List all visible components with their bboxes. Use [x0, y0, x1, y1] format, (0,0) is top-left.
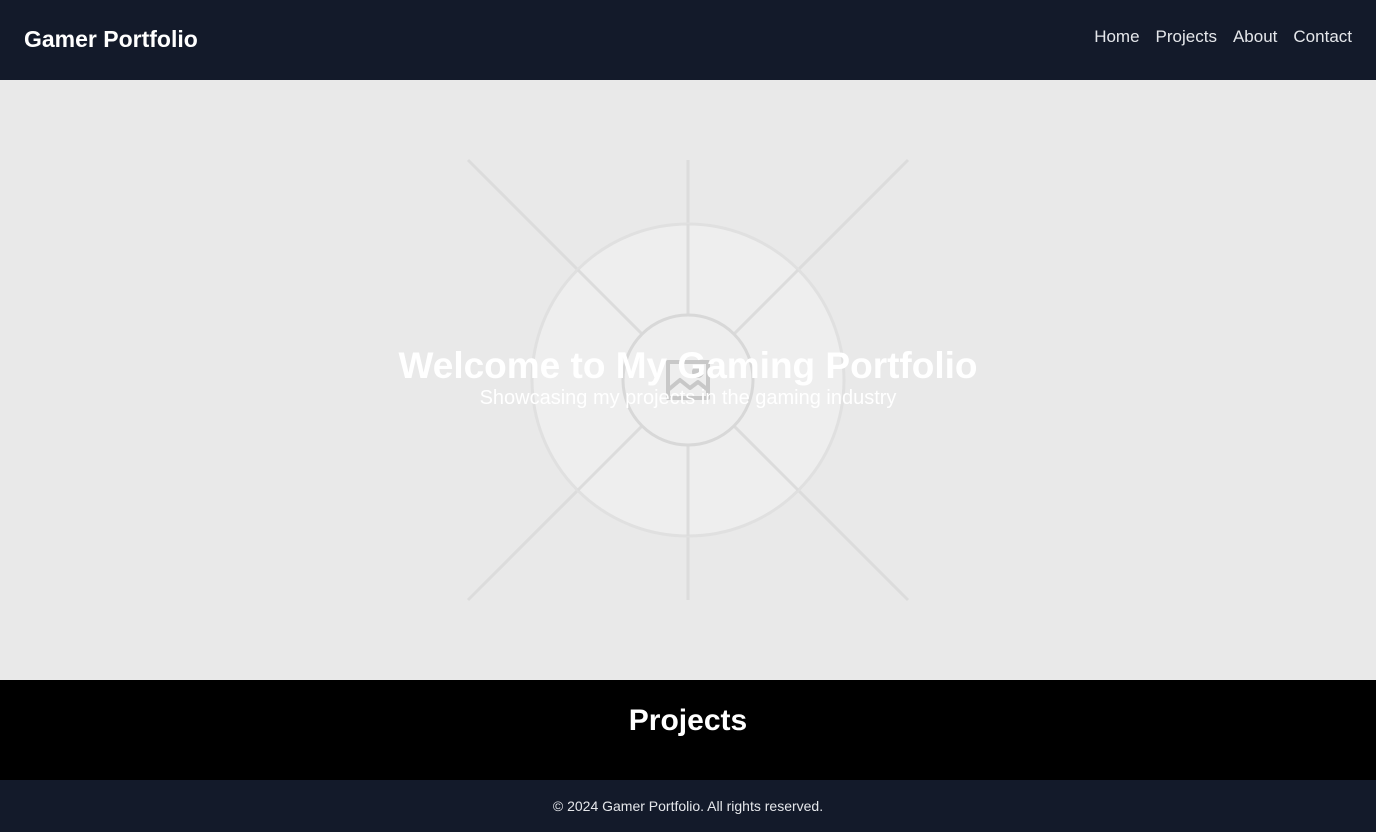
- hero-subtitle: Showcasing my projects in the gaming ind…: [479, 387, 897, 409]
- copyright-text: © 2024 Gamer Portfolio. All rights reser…: [552, 798, 824, 814]
- brand-logo-text[interactable]: Gamer Portfolio: [24, 26, 198, 53]
- main-nav: Home Projects About Contact: [1094, 27, 1352, 47]
- nav-link-home[interactable]: Home: [1094, 27, 1139, 47]
- hero-section: Welcome to My Gaming Portfolio Showcasin…: [0, 80, 1376, 680]
- projects-heading: Projects: [628, 704, 748, 737]
- nav-link-about[interactable]: About: [1233, 27, 1277, 47]
- site-footer: © 2024 Gamer Portfolio. All rights reser…: [0, 780, 1376, 832]
- nav-link-projects[interactable]: Projects: [1156, 27, 1217, 47]
- projects-section: Projects: [0, 680, 1376, 780]
- site-header: Gamer Portfolio Home Projects About Cont…: [0, 0, 1376, 80]
- nav-link-contact[interactable]: Contact: [1293, 27, 1352, 47]
- hero-text-block: Welcome to My Gaming Portfolio Showcasin…: [0, 344, 1376, 410]
- hero-title: Welcome to My Gaming Portfolio: [398, 345, 978, 386]
